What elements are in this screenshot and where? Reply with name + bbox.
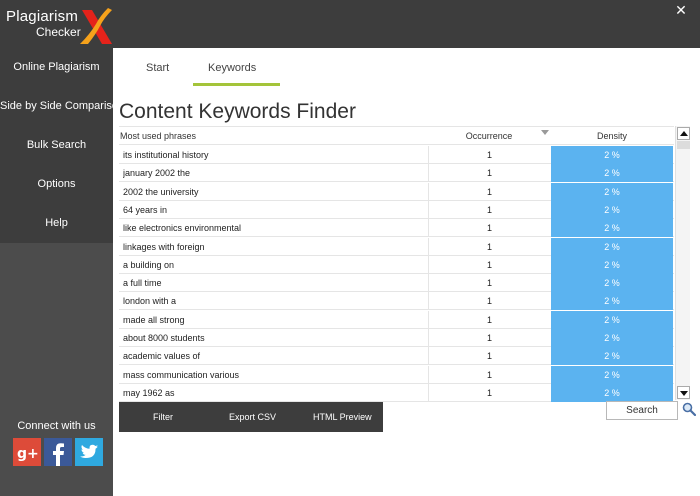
cell-occurrence: 1 [428,292,550,311]
cell-density: 2 % [551,292,673,311]
column-header-occurrence[interactable]: Occurrence [428,127,550,145]
table-row[interactable]: mass communication various 1 2 % [119,365,674,384]
sidebar-item-online-plagiarism[interactable]: Online Plagiarism [0,48,113,87]
title-bar: Plagiarism Checker ✕ [0,0,700,48]
cell-density: 2 % [551,274,673,293]
table-row[interactable]: a building on 1 2 % [119,255,674,274]
table-row[interactable]: about 8000 students 1 2 % [119,329,674,347]
scroll-down-icon[interactable] [677,386,690,399]
scroll-up-icon[interactable] [677,127,690,140]
page-title: Content Keywords Finder [119,100,356,123]
window-close-button[interactable]: ✕ [670,2,692,18]
twitter-icon[interactable] [75,438,103,466]
column-header-phrases[interactable]: Most used phrases [120,127,196,145]
main-content: Start Keywords Content Keywords Finder M… [113,48,700,496]
cell-phrase: linkages with foreign [123,241,205,252]
cell-density: 2 % [551,255,673,274]
sidebar-item-bulk-search[interactable]: Bulk Search [0,126,113,165]
sidebar-item-options[interactable]: Options [0,165,113,204]
scrollbar-thumb[interactable] [677,141,690,149]
cell-occurrence: 1 [428,365,550,384]
table-row[interactable]: a full time 1 2 % [119,274,674,293]
facebook-icon[interactable] [44,438,72,466]
cell-phrase: its institutional history [123,150,209,160]
cell-occurrence: 1 [428,329,550,347]
logo-x-icon [80,8,112,44]
cell-phrase: academic values of [123,351,201,362]
cell-phrase: like electronics environmental [123,223,242,234]
cell-occurrence: 1 [428,219,550,238]
cell-density: 2 % [551,310,673,329]
sidebar-item-side-by-side-comparison[interactable]: Side by Side Comparison [0,87,124,126]
cell-occurrence: 1 [428,310,550,329]
cell-density: 2 % [551,347,673,366]
keywords-table: Most used phrases Occurrence Density its… [119,126,674,402]
cell-density: 2 % [551,219,673,238]
google-plus-icon[interactable]: g+ [13,438,41,466]
cell-density: 2 % [551,146,673,164]
cell-phrase: made all strong [123,314,185,325]
cell-phrase: 2002 the university [123,186,199,197]
cell-occurrence: 1 [428,146,550,164]
table-row[interactable]: academic values of 1 2 % [119,347,674,366]
table-header: Most used phrases Occurrence Density [119,127,674,145]
cell-occurrence: 1 [428,274,550,293]
active-tab-indicator [193,83,280,86]
filter-button[interactable]: Filter [153,402,173,432]
cell-occurrence: 1 [428,237,550,256]
sort-desc-icon [541,130,549,135]
cell-occurrence: 1 [428,255,550,274]
cell-occurrence: 1 [428,182,550,201]
table-row[interactable]: linkages with foreign 1 2 % [119,237,674,256]
table-row[interactable]: may 1962 as 1 2 % [119,383,674,402]
table-row[interactable]: 64 years in 1 2 % [119,200,674,219]
action-bar: Filter Export CSV HTML Preview [119,402,383,432]
cell-phrase: london with a [123,296,177,307]
table-row[interactable]: its institutional history 1 2 % [119,146,674,164]
cell-occurrence: 1 [428,383,550,402]
cell-phrase: a full time [123,278,162,289]
app-logo: Plagiarism Checker [6,6,116,46]
search-icon[interactable] [682,402,696,416]
table-row[interactable]: january 2002 the 1 2 % [119,164,674,183]
cell-density: 2 % [551,383,673,402]
cell-phrase: january 2002 the [123,168,191,179]
html-preview-button[interactable]: HTML Preview [313,402,372,432]
connect-with-us-label: Connect with us [17,420,96,432]
cell-density: 2 % [551,237,673,256]
cell-phrase: 64 years in [123,204,168,215]
cell-phrase: may 1962 as [123,387,175,398]
export-csv-button[interactable]: Export CSV [229,402,276,432]
table-scrollbar[interactable] [675,126,690,400]
cell-phrase: a building on [123,259,175,270]
cell-phrase: about 8000 students [123,333,205,343]
cell-occurrence: 1 [428,347,550,366]
cell-density: 2 % [551,164,673,183]
search-button[interactable]: Search [606,401,678,420]
svg-text:g+: g+ [17,446,39,462]
tab-keywords[interactable]: Keywords [208,62,256,74]
cell-occurrence: 1 [428,200,550,219]
tab-start[interactable]: Start [146,62,169,74]
sidebar-nav: Online Plagiarism Side by Side Compariso… [0,48,124,243]
sidebar: Online Plagiarism Side by Side Compariso… [0,48,124,496]
cell-occurrence: 1 [428,164,550,183]
tab-bar: Start Keywords [113,48,700,88]
sidebar-item-help[interactable]: Help [0,204,113,243]
cell-density: 2 % [551,200,673,219]
column-header-density[interactable]: Density [551,127,673,145]
table-row[interactable]: london with a 12 % [119,292,674,311]
table-row[interactable]: like electronics environmental 1 2 % [119,219,674,238]
logo-text-checker: Checker [36,25,81,39]
table-row[interactable]: 2002 the university 1 2 % [119,182,674,201]
cell-density: 2 % [551,182,673,201]
cell-phrase: mass communication various [123,369,240,380]
cell-density: 2 % [551,365,673,384]
cell-density: 2 % [551,329,673,347]
logo-text-plagiarism: Plagiarism [6,8,79,25]
table-row[interactable]: made all strong 1 2 % [119,310,674,329]
